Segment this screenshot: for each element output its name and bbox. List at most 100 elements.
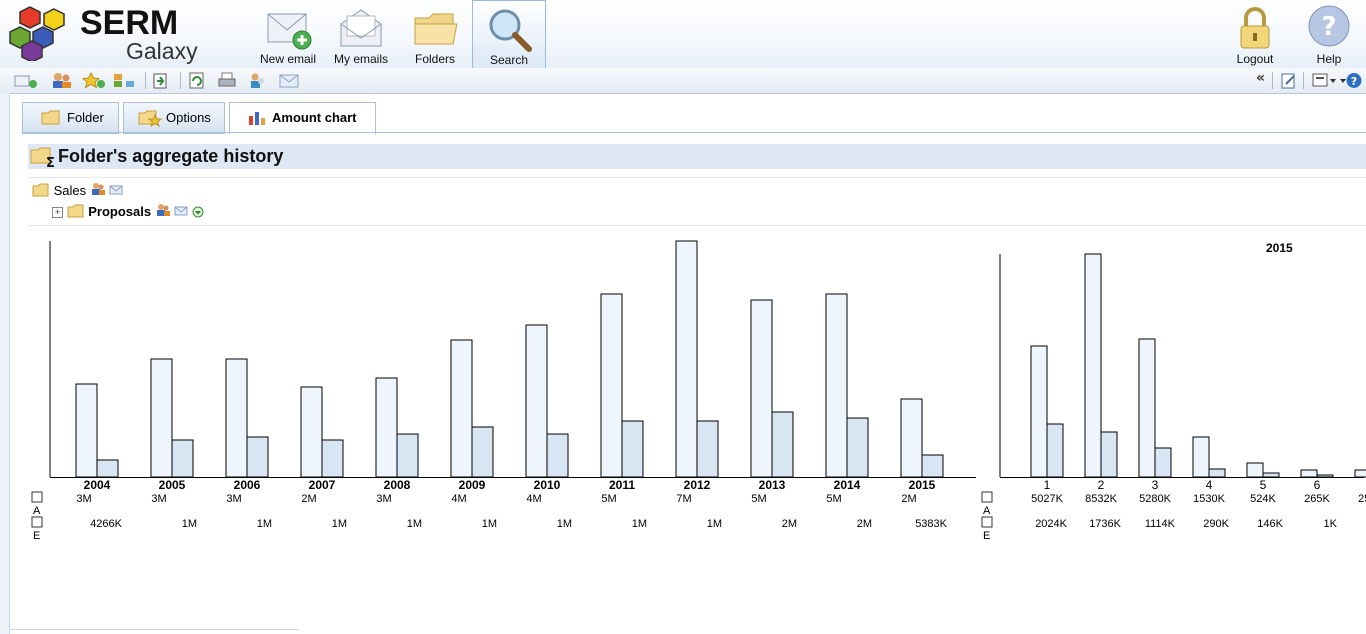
bar-series-a xyxy=(225,358,248,478)
bar-series-a xyxy=(75,383,98,478)
email-icon[interactable] xyxy=(174,205,188,217)
x-tick-label: 2005 xyxy=(159,478,186,492)
data-label-series-e: 2M xyxy=(857,518,872,530)
bar-series-a xyxy=(1246,462,1264,478)
tab-amount-chart[interactable]: Amount chart xyxy=(229,102,376,135)
folders-label: Folders xyxy=(414,52,455,66)
bar-series-e xyxy=(921,454,944,478)
legend-box-series-a xyxy=(31,491,43,503)
data-label-series-e: 2M xyxy=(782,518,797,530)
bar-series-e xyxy=(321,439,344,478)
users-icon[interactable] xyxy=(90,182,106,196)
expand-toggle[interactable]: + xyxy=(52,207,63,218)
tree-item-proposals[interactable]: + Proposals xyxy=(52,203,204,219)
bar-series-a xyxy=(1138,338,1156,478)
magnifier-icon xyxy=(489,9,532,52)
add-favorite-icon[interactable] xyxy=(82,72,106,89)
legend-label-series-e: E xyxy=(33,530,40,541)
new-email-button[interactable]: New email xyxy=(254,0,322,68)
folder-tree: Sales + Proposals xyxy=(28,177,1366,226)
data-label-series-a: 265K xyxy=(1304,493,1330,505)
tab-options[interactable]: Options xyxy=(123,102,225,134)
my-emails-button[interactable]: My emails xyxy=(328,0,394,68)
data-label-series-a: 3M xyxy=(151,493,166,505)
tab-folder[interactable]: Folder xyxy=(22,102,119,134)
data-label-series-a: 4M xyxy=(451,493,466,505)
data-label-series-a: 3M xyxy=(76,493,91,505)
tab-options-label: Options xyxy=(166,110,211,125)
legend-box-series-e xyxy=(31,516,43,528)
export-icon[interactable] xyxy=(152,72,170,89)
x-tick-label: 2011 xyxy=(609,478,635,492)
monthly-amount-chart: 2015 15027K 2024K 28532K 1736K 35280K 1114K 415… xyxy=(981,241,1366,541)
tree-item-label: Proposals xyxy=(88,204,152,219)
email-icon[interactable] xyxy=(109,184,123,196)
send-email-icon[interactable] xyxy=(278,72,300,89)
legend-label-series-a: A xyxy=(33,505,41,517)
toolbar: « ? xyxy=(0,68,1366,94)
print-icon[interactable] xyxy=(218,72,236,89)
contacts-icon[interactable] xyxy=(248,72,266,89)
bar-series-a xyxy=(825,293,848,478)
data-label-series-a: 257K xyxy=(1358,493,1366,505)
search-label: Search xyxy=(489,53,529,67)
help-small-icon[interactable]: ? xyxy=(1340,72,1362,89)
new-email-icon xyxy=(267,13,312,50)
data-label-series-e: 1M xyxy=(707,518,722,530)
legend-label-series-a: A xyxy=(983,505,991,517)
collapse-toggle[interactable]: « xyxy=(1256,70,1265,86)
data-label-series-a: 5M xyxy=(826,493,841,505)
data-label-series-e: 1736K xyxy=(1089,518,1121,530)
x-tick-label: 2006 xyxy=(234,478,261,492)
data-label-series-a: 5M xyxy=(751,493,766,505)
data-label-series-a: 524K xyxy=(1250,493,1276,505)
bar-series-a xyxy=(300,386,323,478)
edit-document-icon[interactable] xyxy=(1280,72,1298,89)
data-label-series-a: 1530K xyxy=(1193,493,1225,505)
users-icon[interactable] xyxy=(155,203,171,217)
x-tick-label: 2015 xyxy=(909,478,936,492)
org-chart-icon[interactable] xyxy=(112,72,138,89)
folders-button[interactable]: Folders xyxy=(404,0,466,68)
users-icon[interactable] xyxy=(50,72,74,89)
bar-series-e xyxy=(1262,472,1280,478)
x-tick-label: 5 xyxy=(1260,478,1267,492)
data-label-series-e: 1M xyxy=(557,518,572,530)
page-title: Folder's aggregate history xyxy=(58,146,284,166)
new-email-small-icon[interactable] xyxy=(14,72,38,89)
yearly-amount-chart: 20043M4266K20053M1M20063M1M20072M1M20083… xyxy=(31,240,976,541)
bar-series-e xyxy=(1046,423,1064,478)
bar-series-e xyxy=(396,433,419,478)
my-emails-icon xyxy=(340,9,382,47)
search-button[interactable]: Search xyxy=(472,0,546,69)
bar-series-e xyxy=(621,420,644,478)
data-label-series-a: 3M xyxy=(226,493,241,505)
data-label-series-e: 5383K xyxy=(915,518,947,530)
data-label-series-e: 146K xyxy=(1257,518,1283,530)
left-collapse-strip[interactable] xyxy=(0,93,10,634)
divider xyxy=(9,629,299,630)
serm-logo-icon xyxy=(9,6,65,61)
logout-button[interactable]: Logout xyxy=(1228,0,1282,68)
folder-sum-icon: Σ xyxy=(30,147,54,168)
data-label-series-e: 4266K xyxy=(90,518,122,530)
bar-series-e xyxy=(471,426,494,478)
svg-text:?: ? xyxy=(1351,75,1357,88)
settings-dropdown-icon[interactable] xyxy=(1312,72,1336,89)
data-label-series-a: 3M xyxy=(376,493,391,505)
dropdown-arrow-icon[interactable] xyxy=(192,206,204,218)
toolbar-separator xyxy=(145,72,146,89)
data-label-series-a: 5027K xyxy=(1031,493,1063,505)
bar-series-a xyxy=(150,358,173,478)
bar-series-a xyxy=(525,324,548,478)
bar-series-a xyxy=(1030,345,1048,478)
bar-series-e xyxy=(1316,474,1334,478)
x-tick-label: 2012 xyxy=(684,478,711,492)
x-tick-label: 2009 xyxy=(459,478,486,492)
svg-text:Σ: Σ xyxy=(46,156,54,168)
help-button[interactable]: ? Help xyxy=(1302,0,1356,68)
refresh-icon[interactable] xyxy=(188,72,206,89)
tree-item-sales[interactable]: Sales xyxy=(32,182,123,198)
bar-series-e xyxy=(1208,468,1226,478)
bar-series-e xyxy=(771,411,794,478)
